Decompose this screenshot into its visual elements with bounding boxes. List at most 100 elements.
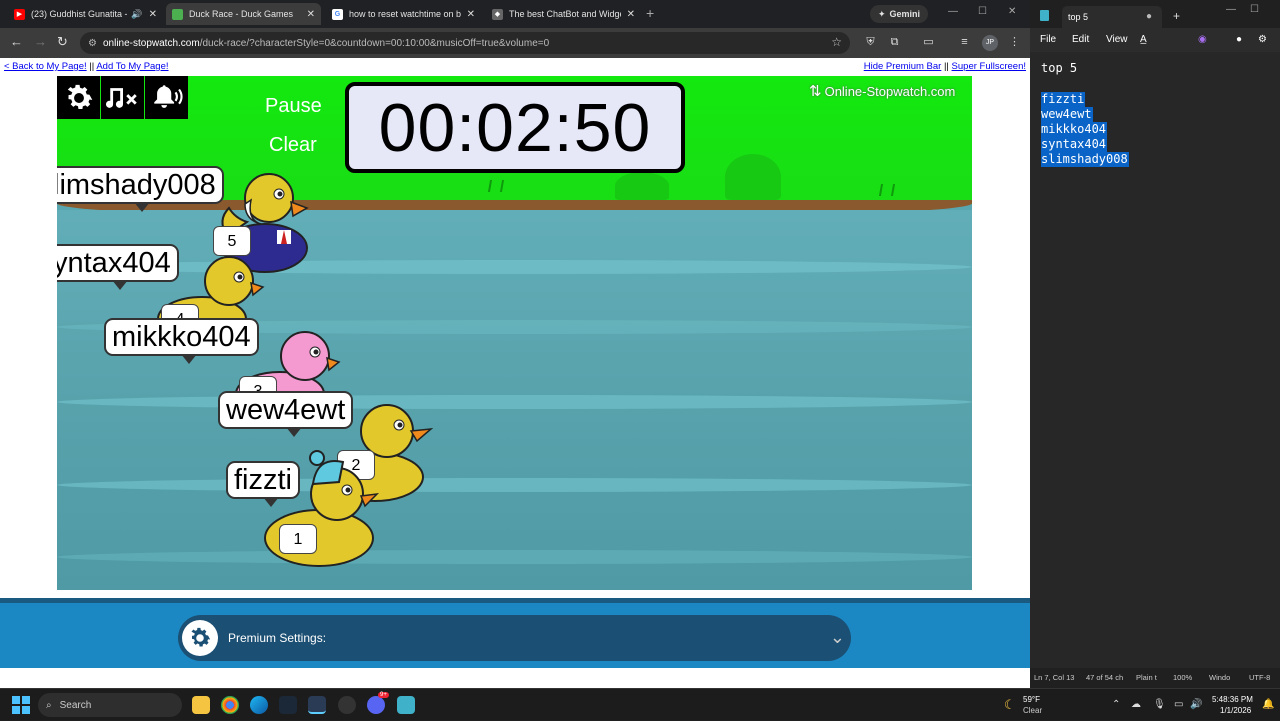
web-page: < Back to My Page! || Add To My Page! Hi… (0, 58, 1030, 688)
profile-avatar[interactable]: JP (982, 35, 998, 51)
editor-line-selected: slimshady008 (1041, 152, 1129, 167)
back-to-my-page-link[interactable]: < Back to My Page! (4, 61, 87, 72)
shield-icon[interactable]: ⛨ (864, 36, 877, 49)
notepad-editor[interactable]: top 5 fizzti wew4ewt mikkko404 syntax404… (1030, 52, 1280, 668)
account-icon[interactable]: ● (1236, 34, 1242, 45)
volume-icon[interactable]: 🔊 (1190, 699, 1202, 710)
close-window-icon[interactable]: ✕ (1008, 6, 1016, 17)
taskbar-search[interactable]: ⌕ Search (38, 693, 182, 717)
copilot-icon[interactable]: ◉ (1198, 34, 1207, 45)
google-icon: G (332, 8, 343, 20)
gemini-button[interactable]: ✦ Gemini (870, 5, 929, 23)
notifications-icon[interactable]: 🔔 (1262, 699, 1274, 710)
tab-chatbot[interactable]: ◆ The best ChatBot and Widgets ✕ (486, 3, 641, 25)
notepad-taskbar-icon[interactable] (397, 696, 415, 714)
tab-google-search[interactable]: G how to reset watchtime on bot ✕ (326, 3, 481, 25)
file-explorer-icon[interactable] (192, 696, 210, 714)
maximize-icon[interactable]: ☐ (1250, 4, 1259, 15)
windows-start-icon[interactable] (12, 696, 30, 714)
new-tab-button[interactable]: + (646, 5, 654, 21)
clear-button[interactable]: Clear (269, 134, 317, 157)
sound-button[interactable] (145, 76, 188, 119)
close-icon[interactable]: ✕ (149, 9, 157, 20)
duck-race-game: Pause Clear 00:02:50 ⇅ Online-Stopwatch.… (57, 76, 972, 590)
sparkle-icon: ✦ (878, 8, 886, 19)
zoom-level[interactable]: 100% (1173, 673, 1192, 682)
online-stopwatch-logo[interactable]: ⇅ Online-Stopwatch.com (809, 82, 955, 100)
grass-tuft (878, 184, 896, 196)
notepad-tab[interactable]: top 5 ● (1062, 6, 1162, 28)
network-icon[interactable]: ▭ (1174, 699, 1183, 710)
discord-icon[interactable] (367, 696, 385, 714)
close-icon[interactable]: ✕ (307, 9, 315, 20)
racer-number-tag: 1 (279, 524, 317, 554)
racer-name-bubble: fizzti (226, 461, 300, 507)
wave (57, 395, 972, 409)
settings-gear-icon[interactable]: ⚙ (1258, 34, 1267, 45)
up-down-arrows-icon: ⇅ (809, 83, 822, 100)
chrome-icon[interactable] (221, 696, 239, 714)
editor-line-selected: mikkko404 (1041, 122, 1108, 137)
tab-youtube[interactable]: ▶ (23) Guddhist Gunatita - KA 🔊 ✕ (8, 3, 163, 25)
minimize-icon[interactable]: — (1226, 4, 1236, 15)
settings-gear-button[interactable] (57, 76, 100, 119)
tab-label: (23) Guddhist Gunatita - KA (31, 9, 128, 19)
extensions-icon[interactable]: ⧉ (888, 36, 901, 49)
notepad-tab-title: top 5 (1068, 12, 1089, 22)
cast-icon[interactable]: ▭ (922, 36, 935, 49)
unsaved-dot-icon: ● (1145, 11, 1152, 22)
add-to-my-page-link[interactable]: Add To My Page! (96, 61, 168, 72)
hide-premium-bar-link[interactable]: Hide Premium Bar (864, 61, 942, 72)
chatbot-icon: ◆ (492, 8, 503, 20)
cloud-icon[interactable]: ☁ (1131, 699, 1141, 710)
wave (57, 550, 972, 564)
close-icon[interactable]: ✕ (627, 9, 635, 20)
forward-arrow-icon[interactable]: → (34, 35, 47, 49)
maximize-icon[interactable]: ☐ (978, 6, 987, 17)
chevron-down-icon[interactable]: ⌄ (830, 627, 845, 648)
new-tab-button[interactable]: + (1173, 9, 1180, 23)
reload-icon[interactable]: ↻ (57, 35, 68, 49)
encoding[interactable]: UTF-8 (1249, 673, 1270, 682)
music-off-icon (105, 87, 137, 108)
close-icon[interactable]: ✕ (467, 9, 475, 20)
clock-time[interactable]: 5:48:36 PM (1212, 695, 1253, 704)
bookmark-star-icon[interactable]: ☆ (831, 35, 842, 49)
minimize-icon[interactable]: — (948, 6, 958, 17)
page-right-links: Hide Premium Bar || Super Fullscreen! (864, 61, 1026, 72)
edge-icon[interactable] (250, 696, 268, 714)
music-off-button[interactable] (101, 76, 144, 119)
weather-desc[interactable]: Clear (1023, 706, 1042, 715)
search-icon: ⌕ (46, 699, 52, 711)
bush (725, 154, 781, 200)
editor-line-selected: fizzti (1041, 92, 1086, 107)
premium-settings-toggle[interactable]: Premium Settings: ⌄ (178, 615, 851, 661)
microphone-icon[interactable]: 🎙 (1153, 699, 1166, 710)
line-ending[interactable]: Windo (1209, 673, 1230, 682)
weather-temp[interactable]: 59°F (1023, 695, 1040, 704)
text-format[interactable]: Plain t (1136, 673, 1157, 682)
speaker-icon[interactable]: 🔊 (131, 9, 142, 20)
chevron-up-icon[interactable]: ⌃ (1112, 699, 1120, 710)
moon-weather-icon: ☾ (1004, 697, 1016, 712)
pause-button[interactable]: Pause (265, 95, 322, 118)
clock-date[interactable]: 1/1/2026 (1220, 706, 1251, 715)
menu-edit[interactable]: Edit (1072, 34, 1089, 45)
super-fullscreen-link[interactable]: Super Fullscreen! (952, 61, 1026, 72)
steam-active-icon[interactable] (308, 696, 326, 714)
site-info-icon[interactable]: ⚙ (88, 38, 97, 49)
wave (57, 478, 972, 492)
more-menu-icon[interactable]: ⋮ (1008, 36, 1021, 49)
editor-line: top 5 (1041, 61, 1078, 75)
back-arrow-icon[interactable]: ← (10, 35, 23, 49)
obs-icon[interactable] (338, 696, 356, 714)
address-bar[interactable]: ⚙ online-stopwatch.com /duck-race/?chara… (80, 32, 850, 54)
steam-icon[interactable] (279, 696, 297, 714)
editor-line-selected: wew4ewt (1041, 107, 1093, 122)
media-control-icon[interactable]: ≡ (958, 36, 971, 49)
tab-duck-race[interactable]: Duck Race - Duck Games ✕ (166, 3, 321, 25)
menu-file[interactable]: File (1040, 34, 1056, 45)
text-format-icon[interactable]: A̲ (1140, 34, 1147, 45)
tab-label: Duck Race - Duck Games (189, 9, 294, 19)
menu-view[interactable]: View (1106, 34, 1128, 45)
